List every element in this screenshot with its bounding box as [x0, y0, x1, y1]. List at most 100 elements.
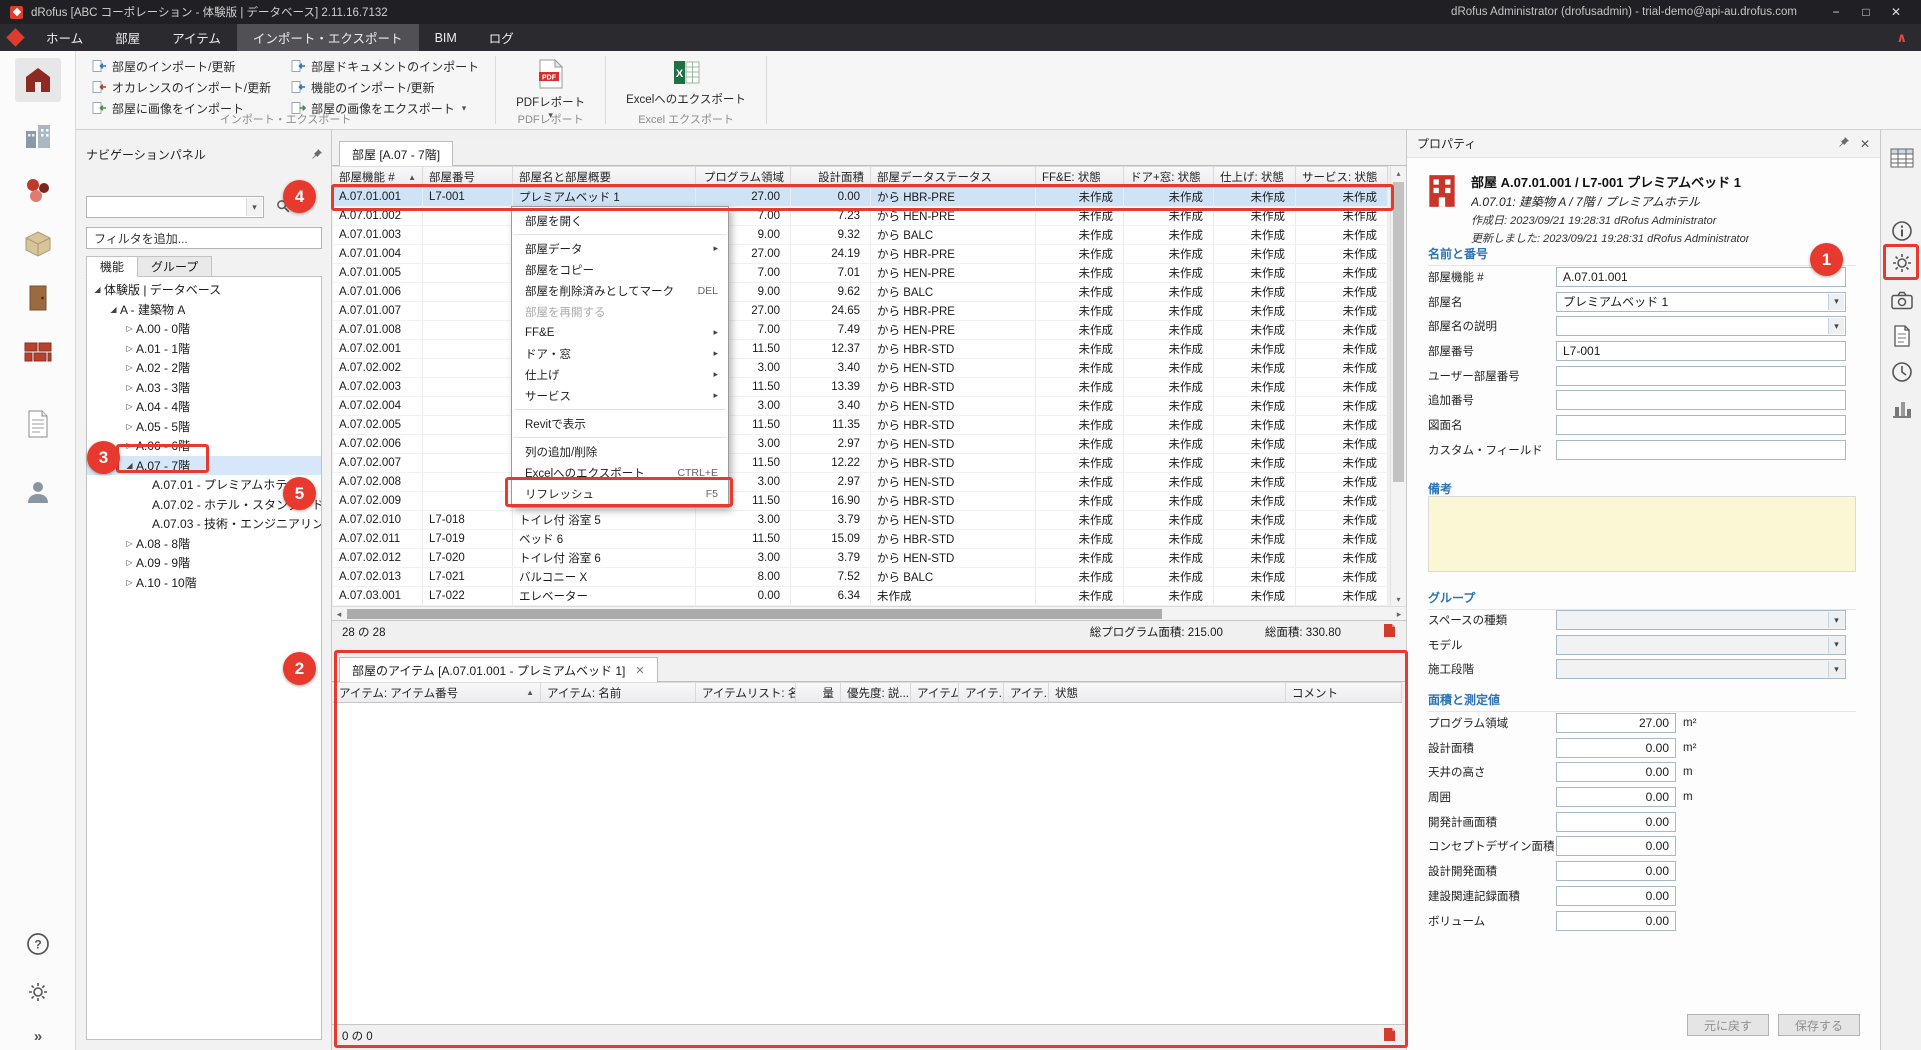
tree-item[interactable]: ▷A.03 - 3階 [87, 378, 321, 398]
tree-expanded-icon[interactable]: ◢ [123, 461, 136, 470]
scrollbar-thumb[interactable] [347, 609, 1162, 619]
combo-field[interactable]: プレミアムベッド 1▾ [1556, 292, 1846, 312]
column-header[interactable]: 量 [796, 683, 841, 702]
export-report-icon[interactable] [1383, 623, 1396, 641]
tree-item[interactable]: ◢A.07 - 7階 [87, 456, 321, 476]
expand-icon[interactable]: » [15, 1014, 61, 1050]
room-row[interactable]: A.07.01.0069.009.62から BALC未作成未作成未作成未作成 [333, 283, 1388, 302]
finishes-module-icon[interactable] [15, 330, 61, 374]
tree-collapsed-icon[interactable]: ▷ [123, 383, 136, 392]
excel-export-button[interactable]: X Excelへのエクスポート [618, 56, 754, 110]
tree-collapsed-icon[interactable]: ▷ [123, 422, 136, 431]
tree-collapsed-icon[interactable]: ▷ [123, 344, 136, 353]
rooms-module-icon[interactable] [15, 58, 61, 102]
doors-module-icon[interactable] [15, 276, 61, 320]
undo-button[interactable]: 元に戻す [1687, 1014, 1769, 1036]
tree-item[interactable]: A.07.03 - 技術・エンジニアリング [87, 514, 321, 534]
ribbon-collapse-icon[interactable]: ∧ [1882, 24, 1921, 51]
tree-collapsed-icon[interactable]: ▷ [123, 363, 136, 372]
context-menu-item[interactable]: 部屋データ▸ [512, 238, 728, 259]
clock-icon[interactable] [1889, 359, 1915, 385]
context-menu-item[interactable]: サービス▸ [512, 385, 728, 406]
column-header[interactable]: 部屋データステータス [871, 167, 1036, 187]
systems-module-icon[interactable] [15, 222, 61, 266]
column-header[interactable]: アイテム: 名前 [541, 683, 696, 702]
numeric-field[interactable]: 0.00 [1556, 836, 1676, 856]
tree-item[interactable]: ▷A.06 - 6階 [87, 436, 321, 456]
minimize-button[interactable]: − [1821, 5, 1851, 19]
column-header[interactable]: 部屋機能 #▲ [333, 167, 423, 187]
context-menu-item[interactable]: 部屋をコピー [512, 259, 728, 280]
panel-close-icon[interactable]: ✕ [1860, 137, 1870, 151]
chart-icon[interactable] [1889, 395, 1915, 421]
context-menu-item[interactable]: 部屋を再開する [512, 301, 728, 322]
tree-collapsed-icon[interactable]: ▷ [123, 402, 136, 411]
context-menu-item[interactable]: 列の追加/削除 [512, 441, 728, 462]
column-header[interactable]: 部屋名と部屋概要 [513, 167, 696, 187]
tree-collapsed-icon[interactable]: ▷ [123, 324, 136, 333]
tree-expanded-icon[interactable]: ◢ [107, 305, 120, 314]
combo-field[interactable]: ▾ [1556, 659, 1846, 679]
settings-icon[interactable] [15, 970, 61, 1014]
menubar-tab[interactable]: ホーム [30, 24, 99, 51]
room-row[interactable]: A.07.02.00511.5011.35から HBR-STD未作成未作成未作成… [333, 416, 1388, 435]
room-row[interactable]: A.07.02.0063.002.97から HEN-STD未作成未作成未作成未作… [333, 435, 1388, 454]
tab-close-icon[interactable]: ✕ [635, 664, 644, 677]
dropdown-caret-icon[interactable]: ▾ [1828, 637, 1844, 653]
scroll-up-icon[interactable]: ▴ [1391, 166, 1406, 180]
tree-item[interactable]: ▷A.10 - 10階 [87, 573, 321, 593]
numeric-field[interactable]: 0.00 [1556, 787, 1676, 807]
table-icon[interactable] [1889, 145, 1915, 171]
tree-item[interactable]: ▷A.09 - 9階 [87, 553, 321, 573]
menubar-tab[interactable]: アイテム [156, 24, 237, 51]
help-icon[interactable]: ? [15, 922, 61, 966]
buildings-module-icon[interactable] [15, 114, 61, 158]
context-menu-item[interactable]: 部屋を開く [512, 210, 728, 231]
text-field[interactable]: A.07.01.001 [1556, 267, 1846, 287]
tree-item[interactable]: ▷A.02 - 2階 [87, 358, 321, 378]
tree-item[interactable]: ◢A - 建築物 A [87, 300, 321, 320]
column-header[interactable]: コメント [1286, 683, 1402, 702]
room-row[interactable]: A.07.02.013L7-021バルコニー X8.007.52から BALC未… [333, 568, 1388, 587]
dropdown-caret-icon[interactable]: ▾ [1828, 318, 1844, 334]
column-header[interactable]: アイテム: アイテム番号▲ [333, 683, 541, 702]
room-row[interactable]: A.07.02.00911.5016.90から HBR-STD未作成未作成未作成… [333, 492, 1388, 511]
context-menu-item[interactable]: FF&E▸ [512, 322, 728, 343]
scroll-right-icon[interactable]: ▸ [1392, 607, 1406, 621]
tree-collapsed-icon[interactable]: ▷ [123, 558, 136, 567]
room-row[interactable]: A.07.01.00727.0024.65から HBR-PRE未作成未作成未作成… [333, 302, 1388, 321]
room-row[interactable]: A.07.01.00427.0024.19から HBR-PRE未作成未作成未作成… [333, 245, 1388, 264]
tree-collapsed-icon[interactable]: ▷ [123, 539, 136, 548]
context-menu-item[interactable]: ドア・窓▸ [512, 343, 728, 364]
menubar-tab[interactable]: 部屋 [99, 24, 156, 51]
room-row[interactable]: A.07.02.0023.003.40から HEN-STD未作成未作成未作成未作… [333, 359, 1388, 378]
items-panel-tab[interactable]: 部屋のアイテム [A.07.01.001 - プレミアムベッド 1] ✕ [339, 657, 658, 682]
ribbon-button[interactable]: 機能のインポート/更新 [287, 77, 483, 97]
room-table-vertical-scrollbar[interactable]: ▴ ▾ [1390, 166, 1406, 606]
text-field[interactable] [1556, 415, 1846, 435]
room-row[interactable]: A.07.01.001L7-001プレミアムベッド 127.000.00から H… [333, 188, 1388, 207]
scroll-down-icon[interactable]: ▾ [1391, 592, 1406, 606]
numeric-field[interactable]: 0.00 [1556, 911, 1676, 931]
combo-field[interactable]: ▾ [1556, 610, 1846, 630]
notes-textarea[interactable] [1428, 496, 1856, 572]
tree-collapsed-icon[interactable]: ▷ [123, 441, 136, 450]
pin-icon[interactable] [1838, 136, 1850, 151]
room-row[interactable]: A.07.02.011L7-019ベッド 611.5015.09から HBR-S… [333, 530, 1388, 549]
column-header[interactable]: FF&E: 状態 [1036, 167, 1124, 187]
text-field[interactable] [1556, 366, 1846, 386]
gear-icon[interactable] [1889, 250, 1915, 276]
room-row[interactable]: A.07.02.0043.003.40から HEN-STD未作成未作成未作成未作… [333, 397, 1388, 416]
pin-icon[interactable] [311, 148, 323, 160]
tree-collapsed-icon[interactable]: ▷ [123, 578, 136, 587]
document-icon[interactable] [1889, 323, 1915, 349]
room-row[interactable]: A.07.03.001L7-022エレベーター0.006.34未作成未作成未作成… [333, 587, 1388, 606]
room-row[interactable]: A.07.01.0087.007.49から HEN-PRE未作成未作成未作成未作… [333, 321, 1388, 340]
numeric-field[interactable]: 27.00 [1556, 713, 1676, 733]
dropdown-caret-icon[interactable]: ▾ [1828, 612, 1844, 628]
occurrences-module-icon[interactable] [15, 168, 61, 212]
column-header[interactable]: プログラム領域 [696, 167, 791, 187]
room-row[interactable]: A.07.02.00111.5012.37から HBR-STD未作成未作成未作成… [333, 340, 1388, 359]
room-row[interactable]: A.07.01.0057.007.01から HEN-PRE未作成未作成未作成未作… [333, 264, 1388, 283]
tree-item[interactable]: ▷A.00 - 0階 [87, 319, 321, 339]
